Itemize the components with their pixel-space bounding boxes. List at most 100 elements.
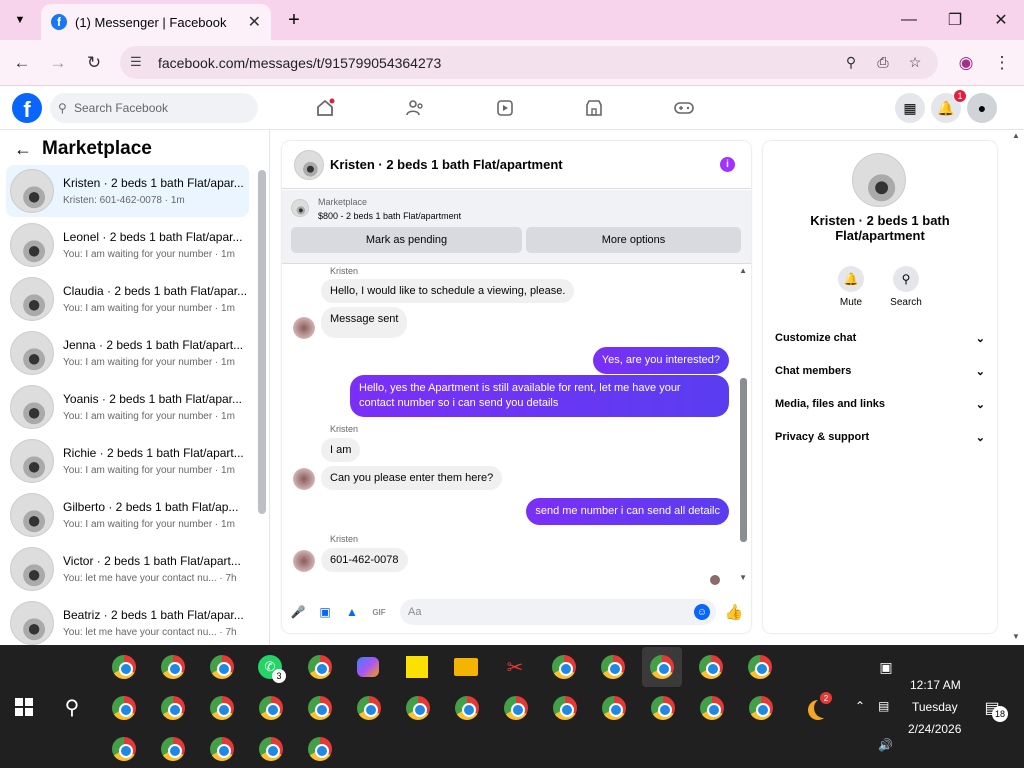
emoji-icon[interactable]: ☺ (694, 604, 710, 620)
chrome-window-icon[interactable] (740, 647, 780, 687)
chrome-window-icon[interactable] (594, 688, 634, 728)
chrome-window-icon[interactable] (691, 647, 731, 687)
facebook-logo[interactable]: f (12, 93, 42, 123)
chrome-window-icon[interactable] (104, 688, 144, 728)
sticker-icon[interactable]: ▲ (344, 604, 360, 620)
tab-search-button[interactable]: ▼ (8, 8, 32, 32)
weather-moon-icon[interactable]: 2 (798, 688, 838, 728)
privacy-support-section[interactable]: Privacy & support ⌄ (775, 431, 985, 444)
conversation-item[interactable]: Claudia · 2 beds 1 bath Flat/apar... You:… (6, 273, 249, 325)
notification-center-icon[interactable]: ▤ 18 (972, 688, 1012, 728)
listing-large-thumbnail[interactable] (852, 153, 906, 207)
chrome-window-icon[interactable] (153, 688, 193, 728)
chrome-window-icon[interactable] (593, 647, 633, 687)
chrome-window-icon[interactable] (545, 688, 585, 728)
conversation-item[interactable]: Richie · 2 beds 1 bath Flat/apart... You:… (6, 435, 249, 487)
taskbar-search-icon[interactable]: ⚲ (52, 687, 92, 727)
incoming-message[interactable]: Can you please enter them here? (321, 466, 503, 490)
minimize-button[interactable]: — (886, 0, 932, 40)
account-avatar[interactable]: ● (967, 93, 997, 123)
chrome-window-icon[interactable] (741, 688, 781, 728)
sender-avatar[interactable] (293, 317, 315, 339)
facebook-search-input[interactable]: ⚲ Search Facebook (50, 93, 258, 123)
network-icon[interactable]: ▤ (878, 699, 889, 713)
volume-icon[interactable]: 🔊 (878, 738, 893, 752)
chrome-window-icon[interactable] (251, 729, 291, 769)
conversation-item[interactable]: Kristen · 2 beds 1 bath Flat/apar... Kris… (6, 165, 249, 217)
page-scroll-down-arrow-icon[interactable]: ▼ (1012, 632, 1020, 641)
scroll-down-arrow-icon[interactable]: ▼ (739, 573, 747, 582)
chrome-window-icon[interactable] (643, 688, 683, 728)
customize-chat-section[interactable]: Customize chat ⌄ (775, 332, 985, 345)
file-explorer-icon[interactable] (446, 647, 486, 687)
chrome-window-icon[interactable] (447, 688, 487, 728)
chrome-window-icon[interactable] (153, 729, 193, 769)
incoming-message[interactable]: Message sent (321, 307, 408, 338)
start-button[interactable] (4, 687, 44, 727)
incoming-message[interactable]: I am (321, 438, 361, 462)
incoming-message[interactable]: Hello, I would like to schedule a viewin… (321, 279, 575, 303)
copilot-icon[interactable] (348, 647, 388, 687)
photo-icon[interactable]: ▣ (317, 604, 333, 620)
chat-title[interactable]: Kristen · 2 beds 1 bath Flat/apartment (330, 157, 563, 172)
notifications-bell-icon[interactable]: 🔔 1 (931, 89, 967, 123)
chrome-window-icon[interactable] (544, 647, 584, 687)
search-action[interactable]: ⚲ Search (881, 266, 931, 308)
gaming-icon[interactable] (672, 96, 696, 120)
conversation-item[interactable]: Leonel · 2 beds 1 bath Flat/apar... You: … (6, 219, 249, 271)
restore-button[interactable]: ❐ (932, 0, 978, 40)
more-options-button[interactable]: More options (526, 227, 741, 253)
menu-kebab-icon[interactable]: ⋮ (990, 51, 1014, 75)
microphone-icon[interactable]: 🎤 (290, 604, 306, 620)
zoom-icon[interactable]: ⚲ (842, 53, 860, 71)
chrome-window-icon[interactable] (251, 688, 291, 728)
new-tab-button[interactable]: + (282, 8, 306, 32)
watch-icon[interactable] (493, 96, 517, 120)
chrome-window-icon[interactable] (692, 688, 732, 728)
site-info-icon[interactable]: ☰ (130, 54, 146, 70)
bookmark-star-icon[interactable]: ☆ (906, 53, 924, 71)
outgoing-message[interactable]: Yes, are you interested? (592, 347, 729, 374)
scroll-up-arrow-icon[interactable]: ▲ (739, 266, 747, 275)
conversation-item[interactable]: Jenna · 2 beds 1 bath Flat/apart... You: … (6, 327, 249, 379)
chrome-window-icon[interactable] (104, 647, 144, 687)
chrome-window-icon[interactable] (153, 647, 193, 687)
menu-grid-icon[interactable]: ▦ (895, 93, 925, 123)
chrome-window-icon[interactable] (496, 688, 536, 728)
chrome-window-icon[interactable] (349, 688, 389, 728)
clock-day[interactable]: Tuesday (912, 700, 958, 714)
clock-date[interactable]: 2/24/2026 (908, 722, 961, 736)
outgoing-message[interactable]: send me number i can send all detailc (526, 498, 729, 525)
browser-tab-messenger[interactable]: f (1) Messenger | Facebook ✕ (41, 4, 271, 40)
chrome-window-icon[interactable] (202, 729, 242, 769)
chat-members-section[interactable]: Chat members ⌄ (775, 365, 985, 378)
chrome-window-icon[interactable] (300, 688, 340, 728)
outgoing-message[interactable]: Hello, yes the Apartment is still availa… (350, 375, 729, 417)
reload-button[interactable]: ↻ (82, 51, 106, 75)
clock-time[interactable]: 12:17 AM (910, 678, 961, 692)
whatsapp-icon[interactable]: ✆ 3 (250, 647, 290, 687)
chrome-window-icon[interactable] (202, 647, 242, 687)
page-scroll-up-arrow-icon[interactable]: ▲ (1012, 131, 1020, 140)
show-hidden-icons-chevron-icon[interactable]: ⌃ (855, 699, 865, 713)
conversation-item[interactable]: Victor · 2 beds 1 bath Flat/apart... You:… (6, 543, 249, 595)
message-scrollbar[interactable] (740, 378, 747, 542)
back-button[interactable]: ← (10, 51, 34, 75)
sender-avatar[interactable] (293, 550, 315, 572)
media-files-links-section[interactable]: Media, files and links ⌄ (775, 398, 985, 411)
chrome-window-icon[interactable] (398, 688, 438, 728)
home-icon[interactable] (313, 96, 337, 120)
profile-icon[interactable]: ◉ (954, 51, 978, 75)
marketplace-icon[interactable] (582, 96, 606, 120)
conversation-item[interactable]: Yoanis · 2 beds 1 bath Flat/apar... You: … (6, 381, 249, 433)
message-input[interactable]: Aa ☺ (400, 599, 716, 625)
chat-listing-thumbnail[interactable] (294, 149, 324, 180)
incoming-message[interactable]: 601-462-0078 (321, 548, 408, 572)
meet-now-icon[interactable]: ▣ (866, 647, 906, 687)
info-icon[interactable]: i (720, 157, 735, 172)
back-arrow-icon[interactable]: ← (14, 139, 32, 160)
sender-avatar[interactable] (293, 468, 315, 490)
mark-as-pending-button[interactable]: Mark as pending (291, 227, 522, 253)
forward-button[interactable]: → (46, 51, 70, 75)
chrome-window-icon[interactable] (300, 647, 340, 687)
